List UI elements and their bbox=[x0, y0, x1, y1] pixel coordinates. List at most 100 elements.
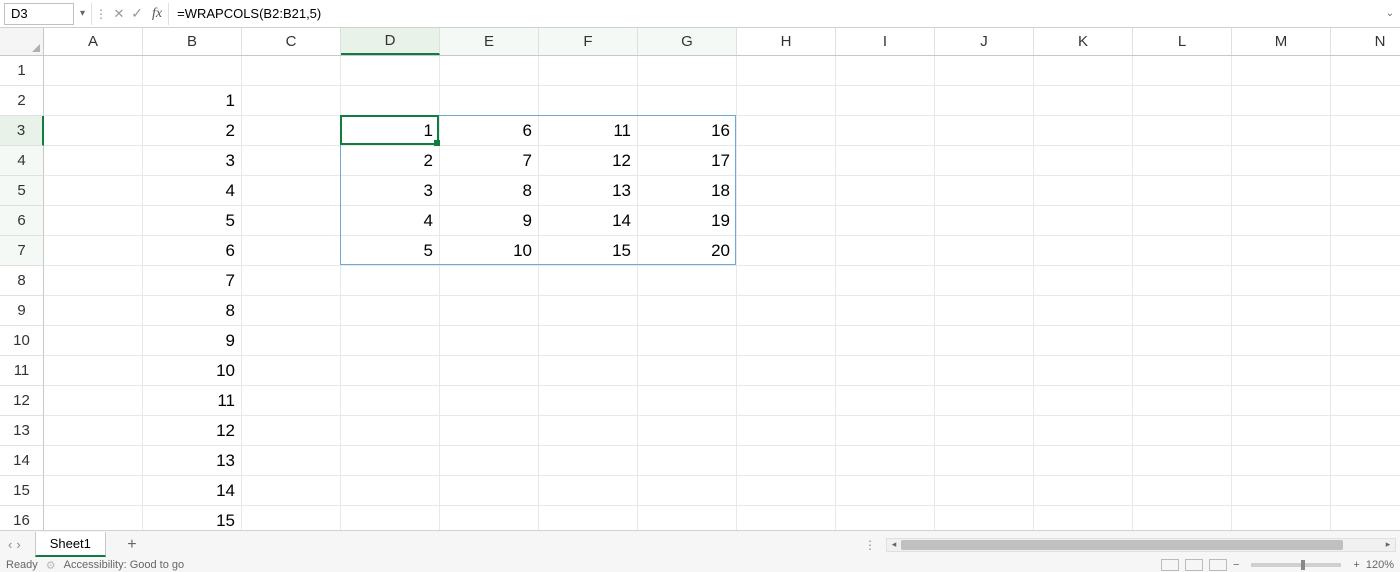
cell-B15[interactable]: 14 bbox=[143, 476, 242, 506]
cell-C3[interactable] bbox=[242, 116, 341, 146]
cell-F8[interactable] bbox=[539, 266, 638, 296]
cell-C12[interactable] bbox=[242, 386, 341, 416]
cell-H6[interactable] bbox=[737, 206, 836, 236]
cell-G11[interactable] bbox=[638, 356, 737, 386]
cell-E13[interactable] bbox=[440, 416, 539, 446]
cell-B1[interactable] bbox=[143, 56, 242, 86]
cell-H1[interactable] bbox=[737, 56, 836, 86]
cell-L14[interactable] bbox=[1133, 446, 1232, 476]
row-header-3[interactable]: 3 bbox=[0, 116, 44, 146]
cell-E5[interactable]: 8 bbox=[440, 176, 539, 206]
cell-I15[interactable] bbox=[836, 476, 935, 506]
cell-I16[interactable] bbox=[836, 506, 935, 530]
cell-D4[interactable]: 2 bbox=[341, 146, 440, 176]
cell-B3[interactable]: 2 bbox=[143, 116, 242, 146]
cell-D5[interactable]: 3 bbox=[341, 176, 440, 206]
row-header-6[interactable]: 6 bbox=[0, 206, 44, 236]
cell-I3[interactable] bbox=[836, 116, 935, 146]
cell-J3[interactable] bbox=[935, 116, 1034, 146]
cell-K10[interactable] bbox=[1034, 326, 1133, 356]
zoom-slider-thumb[interactable] bbox=[1301, 560, 1305, 570]
cell-D15[interactable] bbox=[341, 476, 440, 506]
insert-function-button[interactable]: fx bbox=[146, 3, 169, 25]
cell-L6[interactable] bbox=[1133, 206, 1232, 236]
cell-C16[interactable] bbox=[242, 506, 341, 530]
cell-I6[interactable] bbox=[836, 206, 935, 236]
row-header-1[interactable]: 1 bbox=[0, 56, 44, 86]
cancel-icon[interactable]: ✕ bbox=[110, 6, 128, 22]
cell-K3[interactable] bbox=[1034, 116, 1133, 146]
name-box-dropdown-icon[interactable]: ▾ bbox=[74, 3, 92, 25]
row-header-4[interactable]: 4 bbox=[0, 146, 44, 176]
cell-E10[interactable] bbox=[440, 326, 539, 356]
cell-F4[interactable]: 12 bbox=[539, 146, 638, 176]
cell-E8[interactable] bbox=[440, 266, 539, 296]
cell-K8[interactable] bbox=[1034, 266, 1133, 296]
cell-A13[interactable] bbox=[44, 416, 143, 446]
column-header-I[interactable]: I bbox=[836, 28, 935, 55]
zoom-out-icon[interactable]: − bbox=[1233, 559, 1239, 571]
cell-D11[interactable] bbox=[341, 356, 440, 386]
formula-bar-options-icon[interactable]: ⋮ bbox=[92, 7, 110, 21]
cell-F15[interactable] bbox=[539, 476, 638, 506]
view-page-break-icon[interactable] bbox=[1209, 559, 1227, 571]
cell-D3[interactable]: 1 bbox=[341, 116, 440, 146]
cell-K13[interactable] bbox=[1034, 416, 1133, 446]
column-header-D[interactable]: D bbox=[341, 28, 440, 55]
row-header-15[interactable]: 15 bbox=[0, 476, 44, 506]
cell-G6[interactable]: 19 bbox=[638, 206, 737, 236]
row-header-5[interactable]: 5 bbox=[0, 176, 44, 206]
horizontal-scrollbar-track[interactable] bbox=[901, 539, 1381, 551]
cell-E15[interactable] bbox=[440, 476, 539, 506]
cell-G8[interactable] bbox=[638, 266, 737, 296]
column-header-F[interactable]: F bbox=[539, 28, 638, 55]
cell-J4[interactable] bbox=[935, 146, 1034, 176]
cell-K12[interactable] bbox=[1034, 386, 1133, 416]
cell-M13[interactable] bbox=[1232, 416, 1331, 446]
cell-E2[interactable] bbox=[440, 86, 539, 116]
cell-B4[interactable]: 3 bbox=[143, 146, 242, 176]
cell-J15[interactable] bbox=[935, 476, 1034, 506]
horizontal-scrollbar-thumb[interactable] bbox=[901, 540, 1343, 550]
cell-I4[interactable] bbox=[836, 146, 935, 176]
cell-N8[interactable] bbox=[1331, 266, 1400, 296]
cell-K4[interactable] bbox=[1034, 146, 1133, 176]
cell-A1[interactable] bbox=[44, 56, 143, 86]
column-header-M[interactable]: M bbox=[1232, 28, 1331, 55]
cell-M2[interactable] bbox=[1232, 86, 1331, 116]
cell-K15[interactable] bbox=[1034, 476, 1133, 506]
cell-L16[interactable] bbox=[1133, 506, 1232, 530]
cell-G4[interactable]: 17 bbox=[638, 146, 737, 176]
row-header-7[interactable]: 7 bbox=[0, 236, 44, 266]
cell-C2[interactable] bbox=[242, 86, 341, 116]
cell-C11[interactable] bbox=[242, 356, 341, 386]
cell-J7[interactable] bbox=[935, 236, 1034, 266]
column-header-E[interactable]: E bbox=[440, 28, 539, 55]
cell-C10[interactable] bbox=[242, 326, 341, 356]
row-header-12[interactable]: 12 bbox=[0, 386, 44, 416]
cell-G7[interactable]: 20 bbox=[638, 236, 737, 266]
cell-K11[interactable] bbox=[1034, 356, 1133, 386]
cell-I8[interactable] bbox=[836, 266, 935, 296]
cell-N15[interactable] bbox=[1331, 476, 1400, 506]
cell-M5[interactable] bbox=[1232, 176, 1331, 206]
cell-B11[interactable]: 10 bbox=[143, 356, 242, 386]
cell-D12[interactable] bbox=[341, 386, 440, 416]
cell-I9[interactable] bbox=[836, 296, 935, 326]
cell-L5[interactable] bbox=[1133, 176, 1232, 206]
row-header-14[interactable]: 14 bbox=[0, 446, 44, 476]
cell-A14[interactable] bbox=[44, 446, 143, 476]
column-header-N[interactable]: N bbox=[1331, 28, 1400, 55]
cell-L2[interactable] bbox=[1133, 86, 1232, 116]
cell-C15[interactable] bbox=[242, 476, 341, 506]
row-header-16[interactable]: 16 bbox=[0, 506, 44, 530]
cell-H15[interactable] bbox=[737, 476, 836, 506]
cell-K14[interactable] bbox=[1034, 446, 1133, 476]
cell-C8[interactable] bbox=[242, 266, 341, 296]
cell-C14[interactable] bbox=[242, 446, 341, 476]
column-header-C[interactable]: C bbox=[242, 28, 341, 55]
cell-D10[interactable] bbox=[341, 326, 440, 356]
cell-D13[interactable] bbox=[341, 416, 440, 446]
cell-A15[interactable] bbox=[44, 476, 143, 506]
cell-F12[interactable] bbox=[539, 386, 638, 416]
